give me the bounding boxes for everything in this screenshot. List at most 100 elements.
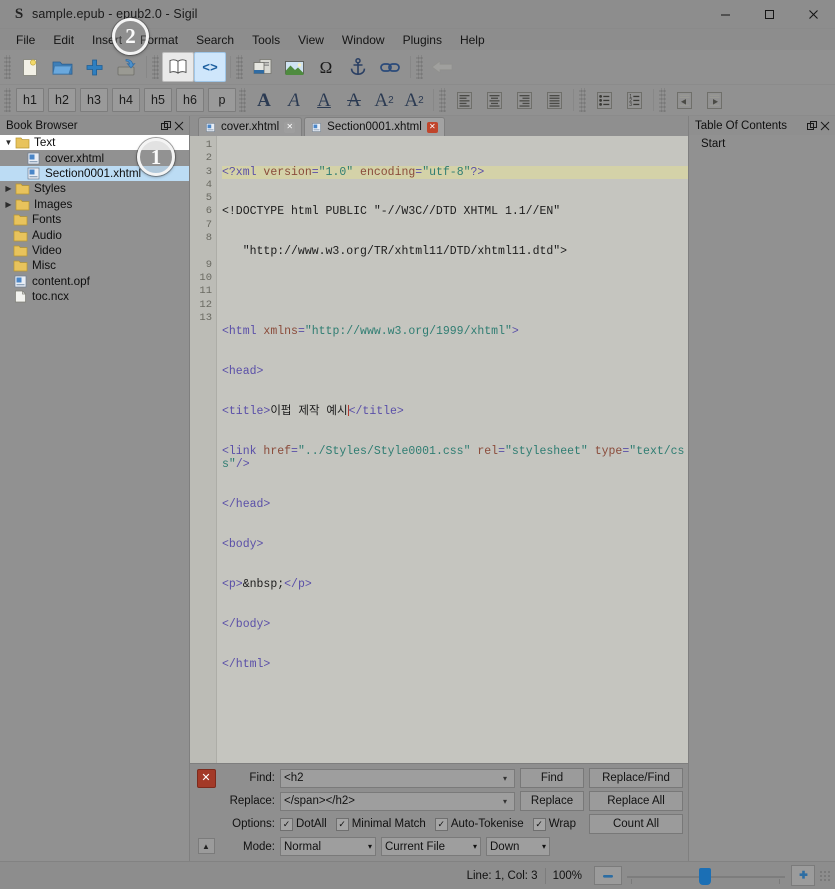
superscript-icon[interactable]: A2 [399, 87, 429, 113]
subscript-icon[interactable]: A2 [369, 87, 399, 113]
replace-find-button[interactable]: Replace/Find [589, 768, 683, 788]
close-panel-icon[interactable] [172, 119, 185, 133]
split-view-icon[interactable] [246, 52, 278, 82]
tab-section0001-xhtml[interactable]: Section0001.xhtml ✕ [304, 117, 445, 136]
menu-plugins[interactable]: Plugins [394, 31, 451, 49]
replace-input[interactable]: </span></h2> ▾ [280, 791, 515, 811]
menu-file[interactable]: File [7, 31, 44, 49]
collapse-icon[interactable]: ▲ [197, 838, 215, 854]
bold-icon[interactable]: A [249, 87, 279, 113]
toolbar-grip-2[interactable] [152, 55, 159, 79]
replace-button[interactable]: Replace [520, 791, 584, 811]
back-arrow-icon[interactable] [426, 52, 458, 82]
style-group-grip[interactable] [239, 88, 246, 112]
italic-icon[interactable]: A [279, 87, 309, 113]
zoom-slider[interactable] [627, 867, 785, 885]
align-right-icon[interactable] [509, 87, 539, 113]
find-input[interactable]: <h2 ▾ [280, 768, 515, 788]
tree-item-misc-folder[interactable]: Misc [0, 258, 189, 273]
float-panel-icon[interactable] [805, 119, 818, 133]
zoom-out-icon[interactable] [594, 866, 622, 885]
chevron-down-icon[interactable]: ▾ [467, 842, 477, 851]
close-find-panel-icon[interactable]: ✕ [196, 769, 216, 788]
close-tab-icon[interactable]: ✕ [426, 121, 438, 133]
checkbox-icon[interactable]: ✓ [434, 817, 448, 831]
code-text-area[interactable]: <?xml version="1.0" encoding="utf-8"?> <… [217, 136, 688, 763]
add-file-icon[interactable] [78, 52, 110, 82]
code-view-icon[interactable]: <> [194, 52, 226, 82]
increase-indent-icon[interactable] [699, 87, 729, 113]
special-character-icon[interactable]: Ω [310, 52, 342, 82]
mode-select[interactable]: Normal ▾ [280, 837, 376, 856]
strikethrough-icon[interactable]: A [339, 87, 369, 113]
resize-grip-icon[interactable] [819, 869, 831, 882]
underline-icon[interactable]: A [309, 87, 339, 113]
heading-h1-button[interactable]: h1 [16, 88, 44, 112]
close-panel-icon[interactable] [818, 119, 831, 133]
close-icon[interactable] [791, 0, 835, 28]
heading-h6-button[interactable]: h6 [176, 88, 204, 112]
code-editor[interactable]: 1 2 3 4 5 6 7 8 9 10 11 12 13 <?xml vers… [190, 136, 688, 763]
scope-select[interactable]: Current File ▾ [381, 837, 481, 856]
numbered-list-icon[interactable]: 123 [619, 87, 649, 113]
chevron-down-icon[interactable]: ▾ [499, 774, 511, 783]
format-toolbar-grip[interactable] [4, 88, 11, 112]
checkbox-icon[interactable]: ✓ [532, 817, 546, 831]
tree-item-toc-ncx[interactable]: toc.ncx [0, 289, 189, 304]
insert-id-anchor-icon[interactable] [342, 52, 374, 82]
heading-h5-button[interactable]: h5 [144, 88, 172, 112]
close-tab-icon[interactable]: ✕ [284, 121, 296, 133]
open-folder-icon[interactable] [46, 52, 78, 82]
option-wrap[interactable]: ✓ Wrap [532, 817, 576, 831]
chevron-right-icon[interactable]: ▶ [2, 184, 15, 193]
tree-item-images-folder[interactable]: ▶ Images [0, 197, 189, 212]
indent-group-grip[interactable] [659, 88, 666, 112]
checkbox-icon[interactable]: ✓ [280, 817, 293, 831]
tab-cover-xhtml[interactable]: cover.xhtml ✕ [198, 117, 303, 136]
insert-link-icon[interactable] [374, 52, 406, 82]
heading-h4-button[interactable]: h4 [112, 88, 140, 112]
tree-item-fonts-folder[interactable]: Fonts [0, 212, 189, 227]
option-minimal-match[interactable]: ✓ Minimal Match [335, 817, 426, 831]
align-center-icon[interactable] [479, 87, 509, 113]
align-left-icon[interactable] [449, 87, 479, 113]
option-auto-tokenise[interactable]: ✓ Auto-Tokenise [434, 817, 524, 831]
new-file-icon[interactable] [14, 52, 46, 82]
toc-list[interactable]: Start [689, 135, 835, 861]
menu-edit[interactable]: Edit [44, 31, 83, 49]
replace-all-button[interactable]: Replace All [589, 791, 683, 811]
direction-select[interactable]: Down ▾ [486, 837, 550, 856]
chevron-right-icon[interactable]: ▶ [2, 200, 15, 209]
float-panel-icon[interactable] [159, 119, 172, 133]
toolbar-grip[interactable] [4, 55, 11, 79]
count-all-button[interactable]: Count All [589, 814, 683, 834]
chevron-down-icon[interactable]: ▾ [499, 797, 511, 806]
slider-handle[interactable] [699, 867, 711, 885]
toc-entry-start[interactable]: Start [689, 136, 835, 151]
toolbar-grip-4[interactable] [416, 55, 423, 79]
toolbar-grip-3[interactable] [236, 55, 243, 79]
align-justify-icon[interactable] [539, 87, 569, 113]
insert-image-icon[interactable] [278, 52, 310, 82]
tree-item-audio-folder[interactable]: Audio [0, 227, 189, 242]
bullet-list-icon[interactable] [589, 87, 619, 113]
tree-item-video-folder[interactable]: Video [0, 243, 189, 258]
menu-view[interactable]: View [289, 31, 333, 49]
book-browser-tree[interactable]: ▼ Text cover.xhtml Section0001.xhtml ▶ S… [0, 135, 189, 861]
chevron-down-icon[interactable]: ▾ [536, 842, 546, 851]
heading-h2-button[interactable]: h2 [48, 88, 76, 112]
chevron-down-icon[interactable]: ▾ [362, 842, 372, 851]
maximize-icon[interactable] [747, 0, 791, 28]
heading-h3-button[interactable]: h3 [80, 88, 108, 112]
paragraph-button[interactable]: p [208, 88, 236, 112]
decrease-indent-icon[interactable] [669, 87, 699, 113]
tree-item-content-opf[interactable]: content.opf [0, 274, 189, 289]
save-icon[interactable] [110, 52, 142, 82]
menu-window[interactable]: Window [333, 31, 394, 49]
list-group-grip[interactable] [579, 88, 586, 112]
tree-item-styles-folder[interactable]: ▶ Styles [0, 181, 189, 196]
option-dotall[interactable]: ✓ DotAll [280, 817, 327, 831]
find-button[interactable]: Find [520, 768, 584, 788]
checkbox-icon[interactable]: ✓ [335, 817, 349, 831]
book-view-icon[interactable] [162, 52, 194, 82]
